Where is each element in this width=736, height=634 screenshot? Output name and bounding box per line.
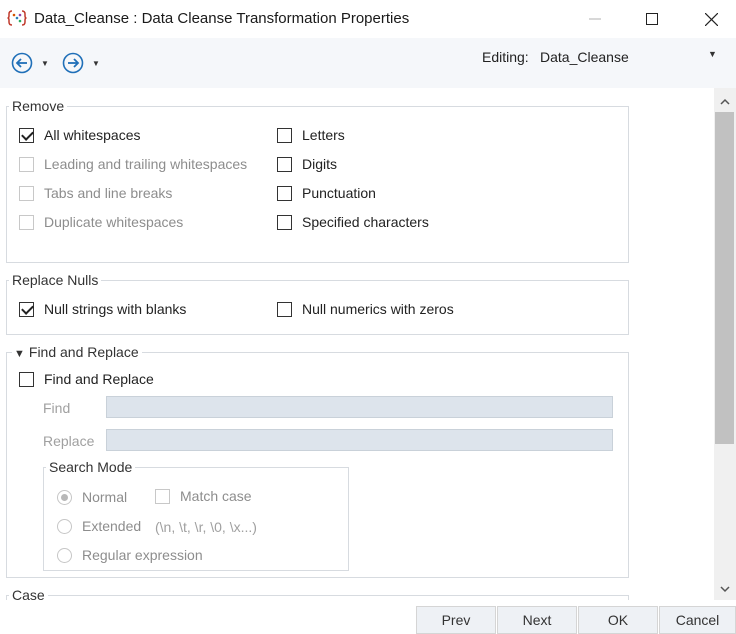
- checkbox[interactable]: [19, 301, 34, 317]
- editing-dropdown-icon[interactable]: ▼: [708, 49, 717, 59]
- remove-tabs-line-breaks: Tabs and line breaks: [19, 185, 172, 201]
- forward-dropdown-icon[interactable]: ▼: [92, 59, 100, 68]
- case-group-title: Case: [9, 587, 48, 600]
- checkbox[interactable]: [277, 214, 292, 230]
- remove-specified-characters[interactable]: Specified characters: [277, 214, 429, 230]
- radio-label: Normal: [82, 489, 128, 505]
- radio-button: [57, 518, 72, 534]
- radio-button: [57, 547, 72, 563]
- chevron-down-icon: [720, 585, 730, 592]
- checkbox-label: Find and Replace: [44, 371, 154, 387]
- checkbox[interactable]: [277, 301, 292, 317]
- back-dropdown-icon[interactable]: ▼: [41, 59, 49, 68]
- null-strings-with-blanks[interactable]: Null strings with blanks: [19, 301, 186, 317]
- checkbox: [155, 488, 170, 504]
- find-replace-header[interactable]: ▼ Find and Replace: [12, 344, 142, 360]
- maximize-icon: [646, 13, 658, 25]
- properties-panel: Remove All whitespaces Leading and trail…: [0, 88, 714, 600]
- checkbox[interactable]: [277, 156, 292, 172]
- editing-select[interactable]: Data_Cleanse: [540, 49, 629, 65]
- toolbar: ▼ ▼ Editing: Data_Cleanse ▼: [0, 38, 736, 88]
- search-mode-normal: Normal: [57, 489, 127, 505]
- search-mode-regex: Regular expression: [57, 547, 203, 563]
- chevron-up-icon: [720, 98, 730, 105]
- maximize-button[interactable]: [629, 0, 675, 38]
- case-group: [6, 595, 629, 600]
- editing-label: Editing:: [482, 49, 529, 65]
- checkbox: [19, 214, 34, 230]
- remove-digits[interactable]: Digits: [277, 156, 337, 172]
- checkbox-label: Tabs and line breaks: [44, 185, 173, 201]
- checkbox-label: Null strings with blanks: [44, 301, 187, 317]
- checkbox-label: Punctuation: [302, 185, 376, 201]
- radio-label: Extended: [82, 518, 142, 534]
- back-button[interactable]: ▼: [11, 52, 49, 74]
- forward-button[interactable]: ▼: [62, 52, 100, 74]
- minimize-icon: [589, 18, 601, 20]
- checkbox[interactable]: [277, 185, 292, 201]
- search-mode-title: Search Mode: [46, 459, 136, 475]
- checkbox: [19, 156, 34, 172]
- app-icon: [7, 9, 27, 27]
- scroll-down-button[interactable]: [714, 580, 736, 598]
- remove-leading-trailing: Leading and trailing whitespaces: [19, 156, 247, 172]
- radio-button: [57, 489, 72, 505]
- checkbox-label: All whitespaces: [44, 127, 141, 143]
- scroll-thumb[interactable]: [715, 112, 734, 444]
- collapse-triangle-icon[interactable]: ▼: [14, 348, 25, 360]
- checkbox-label: Null numerics with zeros: [302, 301, 454, 317]
- checkbox-label: Specified characters: [302, 214, 429, 230]
- checkbox[interactable]: [19, 371, 34, 387]
- search-mode-extended: Extended: [57, 518, 141, 534]
- minimize-button[interactable]: [572, 0, 618, 38]
- close-icon: [704, 12, 718, 26]
- remove-group-title: Remove: [9, 98, 68, 114]
- checkbox-label: Duplicate whitespaces: [44, 214, 184, 230]
- find-input[interactable]: [106, 396, 613, 418]
- match-case: Match case: [155, 488, 252, 504]
- remove-letters[interactable]: Letters: [277, 127, 345, 143]
- checkbox[interactable]: [19, 127, 34, 143]
- replace-label: Replace: [43, 433, 95, 449]
- checkbox-label: Digits: [302, 156, 338, 172]
- replace-nulls-title: Replace Nulls: [9, 272, 102, 288]
- checkbox-label: Letters: [302, 127, 345, 143]
- null-numerics-with-zeros[interactable]: Null numerics with zeros: [277, 301, 454, 317]
- replace-input[interactable]: [106, 429, 613, 451]
- checkbox: [19, 185, 34, 201]
- close-button[interactable]: [688, 0, 734, 38]
- checkbox-label: Leading and trailing whitespaces: [44, 156, 248, 172]
- checkbox[interactable]: [277, 127, 292, 143]
- find-replace-enable[interactable]: Find and Replace: [19, 371, 154, 387]
- title-bar: Data_Cleanse : Data Cleanse Transformati…: [0, 0, 736, 38]
- back-arrow-icon: [11, 52, 33, 74]
- radio-label: Regular expression: [82, 547, 203, 563]
- remove-all-whitespaces[interactable]: All whitespaces: [19, 127, 141, 143]
- remove-duplicate-whitespaces: Duplicate whitespaces: [19, 214, 183, 230]
- checkbox-label: Match case: [180, 488, 252, 504]
- remove-punctuation[interactable]: Punctuation: [277, 185, 376, 201]
- forward-arrow-icon: [62, 52, 84, 74]
- window-title: Data_Cleanse : Data Cleanse Transformati…: [34, 10, 410, 27]
- extended-hint: (\n, \t, \r, \0, \x...): [155, 519, 257, 535]
- find-label: Find: [43, 400, 71, 416]
- scroll-up-button[interactable]: [714, 92, 736, 110]
- find-replace-title: Find and Replace: [28, 344, 139, 360]
- vertical-scrollbar[interactable]: [714, 88, 736, 600]
